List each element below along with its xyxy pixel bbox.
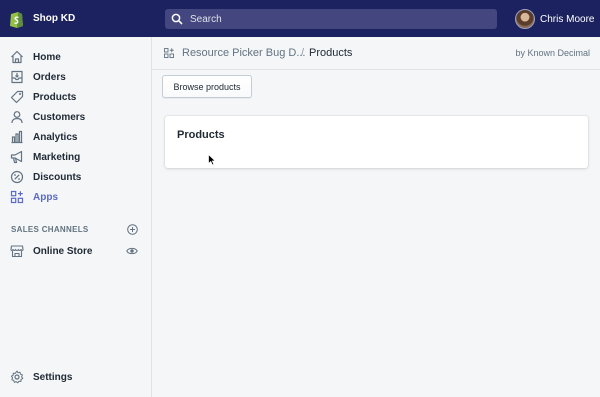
home-icon (11, 50, 23, 64)
app-grid-icon (164, 48, 174, 58)
mouse-pointer-icon (208, 154, 216, 166)
sidebar-item-settings[interactable]: Settings (0, 367, 151, 387)
bar-chart-icon (11, 130, 23, 144)
sidebar-item-orders[interactable]: Orders (0, 67, 151, 87)
gear-icon (10, 370, 24, 384)
browse-products-button[interactable]: Browse products (162, 75, 252, 98)
breadcrumb-separator: / (301, 47, 305, 59)
breadcrumb-app[interactable]: Resource Picker Bug D... (182, 47, 306, 59)
sidebar-item-label: Products (33, 91, 77, 103)
sidebar: Home Orders Products Customers Analytics… (0, 37, 152, 397)
sidebar-item-apps[interactable]: Apps (0, 187, 151, 207)
search-input[interactable]: Search (165, 9, 497, 29)
avatar (515, 9, 535, 29)
store-icon (10, 245, 24, 258)
search-placeholder: Search (190, 13, 222, 25)
discount-icon (10, 170, 24, 184)
top-bar: Shop KD Search Chris Moore (0, 0, 600, 37)
sidebar-item-analytics[interactable]: Analytics (0, 127, 151, 147)
sales-channels-title: SALES CHANNELS (11, 225, 89, 234)
user-name: Chris Moore (540, 13, 595, 25)
main-content: Resource Picker Bug D... / Products by K… (152, 37, 600, 397)
eye-icon[interactable] (126, 246, 138, 256)
sidebar-item-label: Analytics (33, 131, 78, 143)
card-title: Products (177, 129, 225, 141)
sidebar-item-label: Orders (33, 71, 66, 83)
sidebar-item-label: Apps (33, 191, 58, 203)
sidebar-item-home[interactable]: Home (0, 47, 151, 67)
sidebar-item-label: Online Store (33, 245, 93, 257)
tag-icon (10, 90, 24, 104)
page-header: Resource Picker Bug D... / Products by K… (152, 37, 600, 70)
sidebar-item-label: Discounts (33, 171, 82, 183)
sidebar-item-marketing[interactable]: Marketing (0, 147, 151, 167)
sidebar-item-label: Home (33, 51, 61, 63)
store-switcher[interactable]: Shop KD (0, 10, 152, 28)
app-byline: by Known Decimal (515, 48, 590, 58)
search-icon (171, 13, 183, 25)
shopify-logo-icon (10, 11, 23, 28)
breadcrumb-page: Products (309, 47, 353, 59)
apps-icon (10, 190, 24, 204)
store-name: Shop KD (33, 13, 76, 24)
megaphone-icon (10, 150, 23, 164)
sidebar-item-customers[interactable]: Customers (0, 107, 151, 127)
sidebar-item-label: Customers (33, 111, 86, 123)
sidebar-item-products[interactable]: Products (0, 87, 151, 107)
sidebar-item-label: Settings (33, 371, 73, 383)
person-icon (11, 111, 23, 124)
sidebar-item-discounts[interactable]: Discounts (0, 167, 151, 187)
user-menu[interactable]: Chris Moore (515, 9, 594, 29)
sidebar-item-label: Marketing (33, 151, 81, 163)
products-card: Products (165, 116, 588, 168)
orders-icon (11, 70, 23, 84)
add-circle-icon[interactable] (127, 224, 138, 235)
